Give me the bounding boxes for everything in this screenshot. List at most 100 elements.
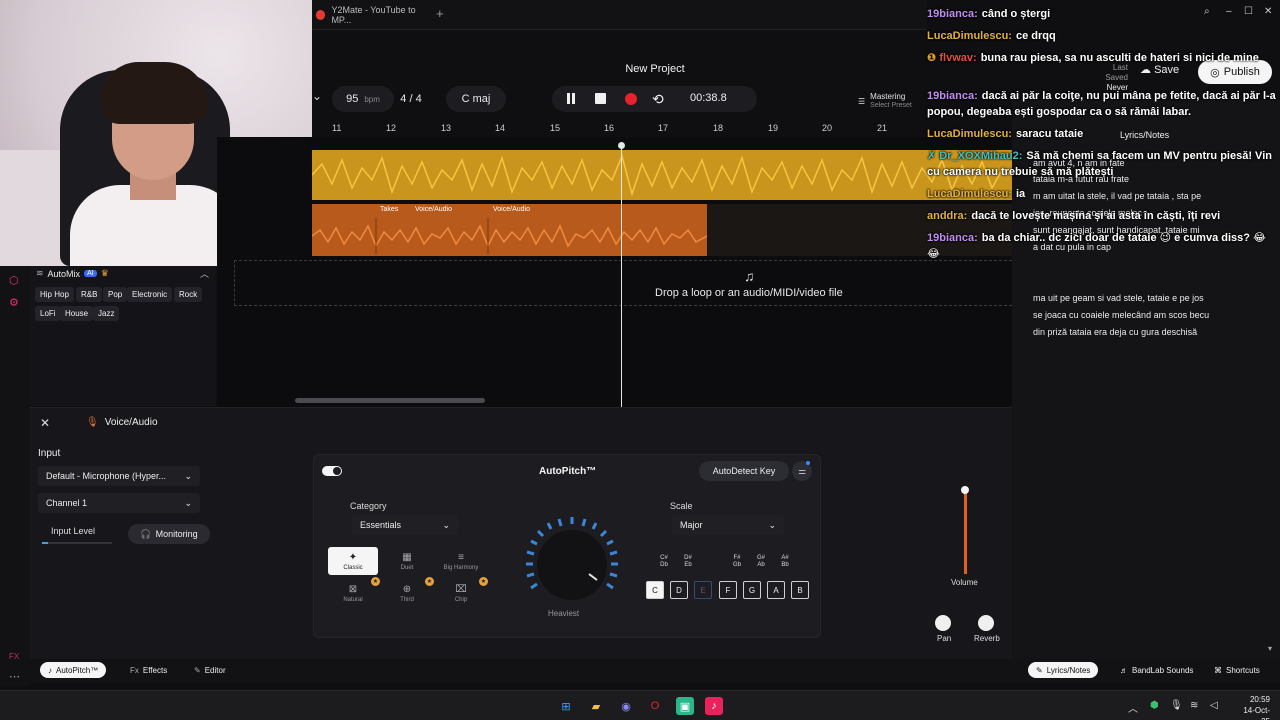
chevron-up-icon[interactable]: ︿ (1128, 700, 1138, 715)
mastering-label: Mastering (870, 92, 906, 101)
tab-lyrics-notes[interactable]: ✎ Lyrics/Notes (1028, 662, 1099, 678)
lyric-line[interactable]: ma uit pe geam si vad stele, tataie e pe… (1033, 290, 1273, 307)
correction-knob[interactable] (517, 510, 627, 620)
tab-editor[interactable]: ✎ Editor (186, 662, 234, 678)
note-key[interactable]: F (719, 581, 737, 599)
file-explorer-icon[interactable]: ▰ (587, 697, 605, 715)
close-icon[interactable]: ✕ (40, 416, 50, 430)
reverb-label: Reverb (974, 634, 1000, 643)
speaker-icon[interactable]: ◁ (1210, 700, 1218, 711)
chat-username: LucaDimulescu: (927, 128, 1012, 140)
style-duet[interactable]: ▦ Duet (382, 547, 432, 575)
plugin-icon[interactable]: ⬡ (9, 274, 19, 287)
genre-chip[interactable]: R&B (76, 287, 103, 302)
sharp-key[interactable]: D# Eb (680, 555, 696, 569)
autopitch-toggle[interactable] (322, 466, 342, 476)
chat-username: 19bianca: (927, 232, 978, 244)
genre-chip[interactable]: Hip Hop (35, 287, 74, 302)
stop-button[interactable] (594, 92, 608, 106)
style-big-harmony[interactable]: ≡ Big Harmony (436, 547, 486, 575)
chat-message: ✗ Dr_XOXMihau2: Să mă chemi sa facem un M… (927, 148, 1277, 180)
bpm-control[interactable]: 95 bpm (332, 86, 394, 112)
chat-username: anddra: (927, 210, 968, 222)
lyric-line[interactable]: din priză tataia era deja cu gura deschi… (1033, 324, 1273, 341)
chat-text: ia (1015, 188, 1026, 200)
sharp-key[interactable]: F# Gb (729, 555, 745, 569)
tab-label: BandLab Sounds (1132, 665, 1194, 675)
genre-chip[interactable]: Rock (174, 287, 203, 302)
time-signature[interactable]: 4 / 4 (394, 86, 428, 112)
new-tab-button[interactable]: + (436, 6, 444, 21)
audio-clip-orange[interactable]: Takes Voice/Audio Voice/Audio (312, 204, 707, 256)
more-icon[interactable]: ⋯ (9, 670, 20, 683)
ruler-tick: 17 (658, 123, 669, 133)
playhead-handle[interactable] (618, 142, 625, 149)
sharp-key[interactable]: G# Ab (753, 555, 769, 569)
volume-slider-thumb[interactable] (961, 486, 969, 494)
chevron-down-icon[interactable]: ⌄ (312, 89, 326, 103)
audio-clip-yellow[interactable] (312, 150, 1012, 200)
ruler-tick: 12 (386, 123, 397, 133)
style-classic[interactable]: ✦ Classic (328, 547, 378, 575)
channel-select[interactable]: Channel 1 ⌄ (38, 493, 200, 513)
settings-icon[interactable]: ⚙ (9, 296, 19, 309)
key-selector[interactable]: C maj (446, 86, 506, 112)
windows-start-icon[interactable]: ⊞ (557, 697, 575, 715)
browser-tab-title: Y2Mate - YouTube to MP... (331, 5, 416, 25)
scale-label: Scale (670, 501, 693, 511)
note-key[interactable]: G (743, 581, 761, 599)
monitoring-button[interactable]: 🎧 Monitoring (128, 524, 210, 544)
project-title: New Project (625, 63, 685, 75)
sounds-icon: ♬ (1120, 665, 1128, 675)
mastering-button[interactable]: ☰ Mastering Select Preset (858, 90, 932, 112)
tab-autopitch[interactable]: ♪ AutoPitch™ (40, 662, 107, 678)
lyric-line[interactable]: se joaca cu coaiele melecând am scos bec… (1033, 307, 1273, 324)
tab-shortcuts[interactable]: ⌘ Shortcuts (1206, 662, 1268, 678)
app-icon[interactable]: ▣ (676, 697, 694, 715)
horizontal-scrollbar[interactable] (295, 398, 485, 403)
chevron-up-icon[interactable]: ︿ (200, 267, 209, 280)
microphone-icon[interactable]: 🎙 (1170, 700, 1183, 711)
browser-tab[interactable]: Y2Mate - YouTube to MP... (312, 4, 432, 26)
waveform-icon (312, 153, 1012, 197)
pause-button[interactable] (564, 92, 578, 106)
input-device-select[interactable]: Default - Microphone (Hyper... ⌄ (38, 466, 200, 486)
bandlab-icon[interactable]: ♪ (705, 697, 723, 715)
opera-icon[interactable]: O (646, 697, 664, 715)
category-select[interactable]: Essentials ⌄ (352, 515, 458, 535)
record-button[interactable] (624, 92, 638, 106)
autodetect-key-button[interactable]: AutoDetect Key (699, 461, 789, 481)
genre-chip[interactable]: House (60, 306, 94, 321)
timeline-ruler[interactable]: 11 12 13 14 15 16 17 18 19 20 21 (312, 121, 1012, 137)
pan-knob[interactable] (935, 615, 951, 631)
reverb-knob[interactable] (978, 615, 994, 631)
note-key[interactable]: E (694, 581, 712, 599)
sharp-key[interactable]: A# Bb (777, 555, 793, 569)
playhead[interactable] (621, 145, 622, 407)
sharp-key[interactable]: C# Db (656, 555, 672, 569)
system-clock[interactable]: 20:59 14-Oct-25 (1236, 694, 1270, 720)
wifi-icon[interactable]: ≋ (1190, 700, 1198, 711)
ruler-tick: 14 (495, 123, 506, 133)
input-label: Input (38, 448, 61, 459)
automix-title: ≋ AutoMix AI ♛ (36, 268, 109, 279)
note-key[interactable]: B (791, 581, 809, 599)
loop-icon[interactable]: ⟲ (652, 92, 666, 106)
note-key[interactable]: A (767, 581, 785, 599)
discord-icon[interactable]: ◉ (617, 697, 635, 715)
genre-chip[interactable]: Jazz (93, 306, 120, 321)
genre-chip[interactable]: LoFi (35, 306, 61, 321)
mastering-preset: Select Preset (870, 102, 912, 109)
fx-icon[interactable]: FX (9, 652, 19, 661)
note-key[interactable]: C (646, 581, 664, 599)
genre-chip[interactable]: Pop (103, 287, 128, 302)
genre-chip[interactable]: Electronic (127, 287, 173, 302)
note-key[interactable]: D (670, 581, 688, 599)
drop-zone[interactable] (234, 260, 1012, 306)
scale-select[interactable]: Major ⌄ (672, 515, 784, 535)
security-icon[interactable]: ⬢ (1150, 700, 1159, 711)
tab-bandlab-sounds[interactable]: ♬ BandLab Sounds (1112, 662, 1201, 678)
scroll-down-icon[interactable]: ▾ (1268, 644, 1272, 653)
knob-label: Heaviest (548, 609, 580, 618)
tab-effects[interactable]: Fx Effects (122, 662, 175, 678)
